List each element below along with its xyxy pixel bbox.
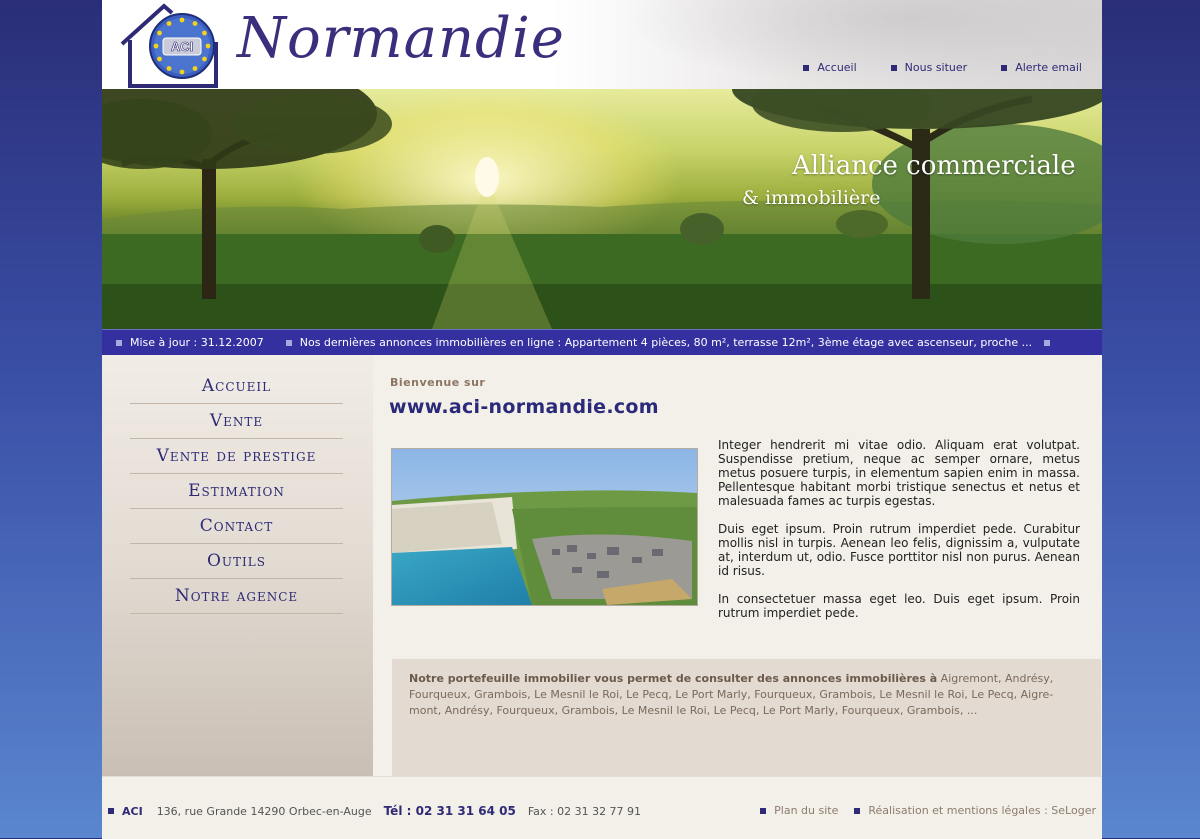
bullet-icon	[854, 807, 861, 814]
menu-item-notre-agence[interactable]: Notre agence	[130, 579, 343, 614]
house-logo-icon: ACI	[120, 3, 218, 88]
topnav-alerte-email[interactable]: Alerte email	[1001, 61, 1082, 74]
bullet-icon	[760, 807, 767, 814]
footer-address: 136, rue Grande 14290 Orbec-en-Auge	[156, 804, 372, 818]
update-date: Mise à jour : 31.12.2007	[130, 335, 264, 349]
bullet-icon	[116, 339, 122, 346]
footer: ACI 136, rue Grande 14290 Orbec-en-Auge …	[102, 776, 1102, 839]
topnav-label: Alerte email	[1015, 61, 1082, 74]
bullet-icon	[1044, 339, 1051, 346]
top-nav: Accueil Nous situer Alerte email	[803, 61, 1082, 74]
menu-item-outils[interactable]: Outils	[130, 544, 343, 579]
footer-fax: Fax : 02 31 32 77 91	[527, 804, 642, 818]
landscape-illustration	[102, 89, 1102, 329]
banner-title: Alliance commerciale	[792, 151, 1076, 181]
sidebar: Accueil Vente Vente de prestige Estimati…	[102, 355, 373, 776]
bullet-icon	[285, 339, 292, 346]
banner-subtitle: & immobilière	[742, 187, 881, 209]
portfolio-box: Notre portefeuille immobilier vous perme…	[392, 659, 1101, 776]
footer-link-mentions-legales[interactable]: Réalisation et mentions légales : SeLoge…	[854, 804, 1096, 817]
bullet-icon	[1001, 64, 1008, 71]
site-title: Normandie	[237, 6, 565, 71]
portfolio-text: Notre portefeuille immobilier vous perme…	[409, 671, 1083, 719]
topnav-nous-situer[interactable]: Nous situer	[890, 61, 968, 74]
aci-logo[interactable]: ACI	[116, 2, 220, 88]
menu-item-vente[interactable]: Vente	[130, 404, 343, 439]
menu-item-accueil[interactable]: Accueil	[130, 369, 343, 404]
footer-brand: ACI	[122, 804, 143, 818]
bullet-icon	[803, 64, 810, 71]
footer-contact: ACI 136, rue Grande 14290 Orbec-en-Auge …	[108, 804, 641, 818]
main-menu: Accueil Vente Vente de prestige Estimati…	[130, 369, 343, 614]
coastal-photo-illustration	[392, 449, 697, 605]
footer-link-label: Plan du site	[774, 804, 839, 817]
intro-paragraph: In consectetuer massa eget leo. Duis ege…	[718, 592, 1080, 620]
page: ACI Normandie Accueil Nous situer Alerte…	[102, 0, 1102, 839]
footer-phone: Tél : 02 31 31 64 05	[383, 804, 516, 818]
menu-item-vente-de-prestige[interactable]: Vente de prestige	[130, 439, 343, 474]
hero-banner: Alliance commerciale & immobilière	[102, 89, 1102, 329]
ticker-news[interactable]: Nos dernières annonces immobilières en l…	[300, 331, 1032, 355]
header: ACI Normandie Accueil Nous situer Alerte…	[102, 0, 1102, 89]
logo-text: ACI	[171, 39, 193, 54]
cliff-coast-photo	[391, 448, 698, 606]
bullet-icon	[108, 808, 114, 814]
topnav-accueil[interactable]: Accueil	[803, 61, 857, 74]
footer-link-label: Réalisation et mentions légales : SeLoge…	[868, 804, 1096, 817]
topnav-label: Nous situer	[904, 61, 968, 74]
bullet-icon	[890, 64, 897, 71]
main-content: Bienvenue sur www.aci-normandie.com Inte…	[373, 355, 1102, 776]
topnav-label: Accueil	[817, 61, 857, 74]
site-url-heading: www.aci-normandie.com	[389, 396, 659, 418]
intro-paragraph: Duis eget ipsum. Proin rutrum imperdiet …	[718, 522, 1080, 578]
intro-text: Integer hendrerit mi vitae odio. Aliquam…	[718, 438, 1080, 634]
header-tree-shade	[622, 0, 1102, 89]
menu-item-estimation[interactable]: Estimation	[130, 474, 343, 509]
portfolio-lead: Notre portefeuille immobilier vous perme…	[409, 672, 938, 685]
footer-link-plan-du-site[interactable]: Plan du site	[760, 804, 838, 817]
intro-paragraph: Integer hendrerit mi vitae odio. Aliquam…	[718, 438, 1080, 508]
footer-links: Plan du site Réalisation et mentions lég…	[760, 804, 1096, 817]
news-ticker: Mise à jour : 31.12.2007 Nos dernières a…	[102, 329, 1102, 355]
menu-item-contact[interactable]: Contact	[130, 509, 343, 544]
welcome-label: Bienvenue sur	[390, 376, 486, 389]
